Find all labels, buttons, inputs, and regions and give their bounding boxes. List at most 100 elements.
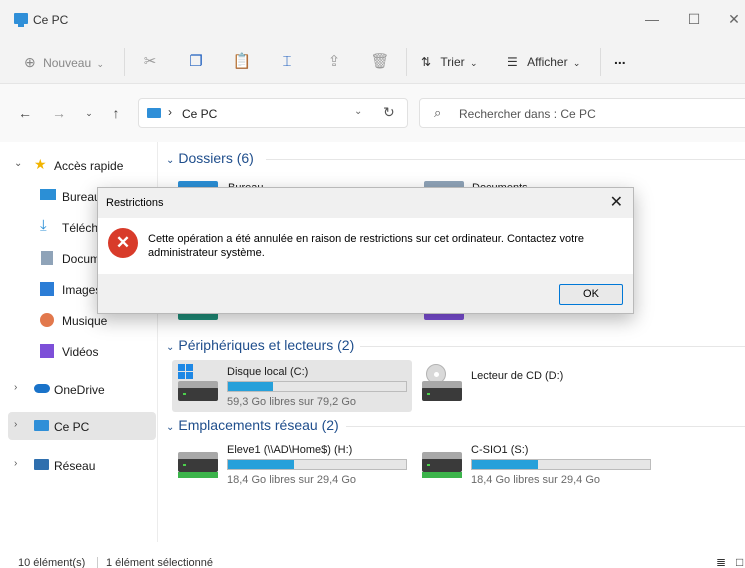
sidebar-item-label: Vidéos	[62, 345, 99, 359]
network-drive-h[interactable]: Eleve1 (\\AD\Home$) (H:) 18,4 Go libres …	[172, 438, 412, 490]
tiles-view-icon[interactable]: □	[736, 555, 743, 568]
devices-group-header[interactable]: ⌄ Périphériques et lecteurs (2)	[166, 337, 354, 353]
sidebar-item-label: Musique	[62, 314, 108, 328]
more-options-button[interactable]: ...	[614, 49, 626, 69]
drive-usage-fill	[228, 382, 273, 391]
desktop-folder-icon	[40, 189, 56, 200]
breadcrumb-chevron-icon[interactable]: ›	[168, 105, 172, 119]
folder-icon[interactable]	[178, 314, 218, 320]
folders-group-header[interactable]: ⌄ Dossiers (6)	[166, 150, 254, 166]
drive-name: Eleve1 (\\AD\Home$) (H:)	[227, 444, 353, 456]
sidebar-item-this-pc[interactable]: › Ce PC	[8, 412, 156, 440]
restrictions-dialog: Restrictions ✕ ✕ Cette opération a été a…	[97, 187, 634, 314]
new-button-label: Nouveau	[43, 56, 92, 70]
status-bar: 10 élément(s) 1 élément sélectionné ≣ □	[0, 552, 745, 568]
details-view-icon[interactable]: ≣	[716, 555, 726, 568]
network-group-title: Emplacements réseau (2)	[178, 417, 339, 433]
star-icon: ★	[34, 156, 47, 172]
sidebar-item-label: Bureau	[62, 190, 101, 204]
drive-usage-fill	[228, 460, 294, 469]
toolbar-separator	[406, 48, 407, 76]
folder-icon[interactable]	[424, 314, 464, 320]
folders-group-title: Dossiers (6)	[178, 150, 254, 166]
chevron-down-icon: ⌄	[469, 58, 478, 68]
drive-usage-bar	[471, 459, 651, 470]
selection-count: 1 élément sélectionné	[106, 557, 214, 568]
dialog-message: Cette opération a été annulée en raison …	[148, 233, 584, 259]
refresh-icon[interactable]: ↻	[383, 104, 395, 121]
sidebar-item-label: Accès rapide	[54, 159, 124, 173]
hard-drive-icon	[178, 381, 218, 401]
copy-icon[interactable]: ❐	[186, 52, 206, 72]
videos-folder-icon	[40, 344, 54, 358]
sort-button[interactable]: ⇅ Trier ⌄	[421, 52, 478, 72]
sidebar-item-network[interactable]: › Réseau	[8, 451, 156, 479]
downloads-folder-icon: ⤓	[40, 217, 47, 234]
search-input[interactable]: ⌕ Rechercher dans : Ce PC	[419, 98, 745, 128]
windows-logo-icon	[178, 364, 194, 380]
close-icon[interactable]: ✕	[610, 192, 623, 212]
forward-arrow-icon[interactable]: →	[50, 104, 68, 122]
chevron-down-icon: ⌄	[166, 342, 175, 353]
documents-folder-icon	[41, 251, 53, 265]
pictures-folder-icon	[40, 282, 54, 296]
chevron-down-icon: ⌄	[166, 422, 175, 433]
toolbar-separator	[124, 48, 125, 76]
paste-icon[interactable]: 📋	[232, 52, 252, 72]
cloud-icon	[34, 384, 50, 393]
drive-usage-fill	[472, 460, 538, 469]
breadcrumb-this-pc[interactable]: Ce PC	[182, 107, 217, 121]
close-window-button[interactable]: ✕	[724, 10, 744, 28]
recent-locations-chevron-icon[interactable]: ⌄	[80, 104, 98, 122]
sidebar-item-label: Ce PC	[54, 420, 90, 434]
up-arrow-icon[interactable]: ↑	[107, 104, 125, 122]
delete-icon[interactable]: 🗑	[370, 52, 390, 72]
status-separator	[97, 557, 98, 568]
address-bar[interactable]: › Ce PC ⌄ ↻	[138, 98, 408, 128]
this-pc-icon	[14, 13, 28, 27]
drive-c[interactable]: Disque local (C:) 59,3 Go libres sur 79,…	[172, 360, 412, 412]
share-icon[interactable]: ⇪	[324, 52, 344, 72]
sidebar-item-videos[interactable]: Vidéos	[8, 337, 156, 365]
chevron-down-icon: ⌄	[166, 155, 175, 166]
collapse-chevron-icon[interactable]: ›	[14, 382, 17, 393]
group-divider	[346, 426, 745, 427]
sidebar-item-onedrive[interactable]: › OneDrive	[8, 375, 156, 403]
minimize-button[interactable]: —	[642, 10, 662, 28]
drive-name: C-SIO1 (S:)	[471, 444, 529, 456]
collapse-chevron-icon[interactable]: ›	[14, 419, 17, 430]
cut-icon[interactable]: ✂	[140, 52, 160, 72]
network-icon	[34, 459, 49, 470]
sidebar-item-quick-access[interactable]: ⌄ ★ Accès rapide	[8, 151, 156, 179]
sidebar-item-label: Réseau	[54, 459, 96, 473]
command-bar: ⊕ Nouveau ⌄ ✂ ❐ 📋 ⌶ ⇪ 🗑 ⇅ Trier ⌄ ☰ Affi…	[0, 40, 745, 84]
address-area: ← → ⌄ ↑ › Ce PC ⌄ ↻ ⌕ Rechercher dans : …	[0, 84, 745, 142]
network-drive-s[interactable]: C-SIO1 (S:) 18,4 Go libres sur 29,4 Go	[416, 438, 656, 490]
maximize-button[interactable]: ☐	[684, 10, 704, 28]
drive-name: Lecteur de CD (D:)	[471, 370, 564, 382]
rename-icon[interactable]: ⌶	[277, 52, 297, 72]
window-title: Ce PC	[33, 13, 69, 27]
new-button[interactable]: ⊕ Nouveau ⌄	[24, 52, 104, 72]
view-button[interactable]: ☰ Afficher ⌄	[507, 52, 580, 72]
error-icon: ✕	[108, 228, 138, 258]
ok-button[interactable]: OK	[559, 284, 623, 305]
devices-group-title: Périphériques et lecteurs (2)	[178, 337, 355, 353]
drive-d[interactable]: Lecteur de CD (D:)	[416, 360, 656, 412]
sort-button-label: Trier	[440, 55, 465, 69]
drive-free-space: 18,4 Go libres sur 29,4 Go	[227, 474, 357, 486]
item-count: 10 élément(s)	[18, 557, 86, 568]
toolbar-separator	[600, 48, 601, 76]
dialog-body: ✕ Cette opération a été annulée en raiso…	[98, 218, 633, 274]
drive-usage-bar	[227, 381, 407, 392]
collapse-chevron-icon[interactable]: ›	[14, 458, 17, 469]
address-dropdown-icon[interactable]: ⌄	[354, 106, 362, 117]
expand-chevron-icon[interactable]: ⌄	[14, 158, 22, 169]
this-pc-icon	[147, 108, 161, 118]
back-arrow-icon[interactable]: ←	[16, 104, 34, 122]
sidebar-item-label: Images	[62, 283, 102, 297]
view-icon: ☰	[507, 55, 518, 69]
view-button-label: Afficher	[527, 55, 568, 69]
drive-free-space: 59,3 Go libres sur 79,2 Go	[227, 396, 357, 408]
network-group-header[interactable]: ⌄ Emplacements réseau (2)	[166, 417, 339, 433]
